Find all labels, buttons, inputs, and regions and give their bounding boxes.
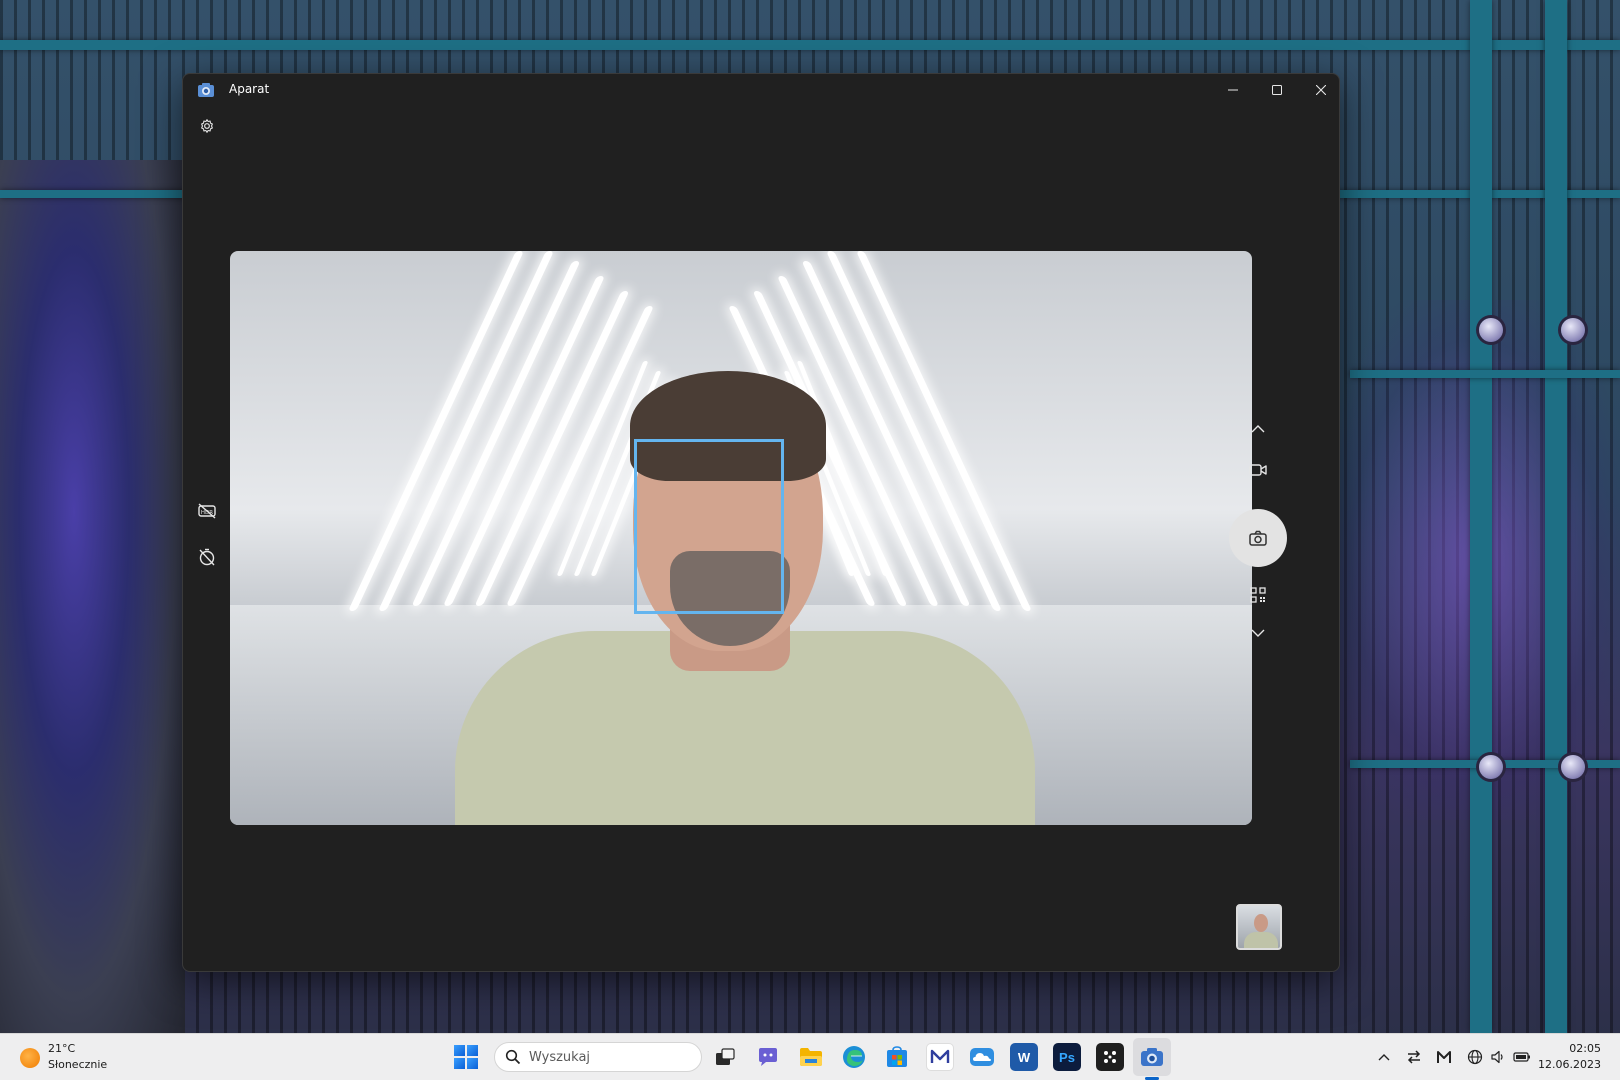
battery-tray-button[interactable] — [1512, 1047, 1532, 1067]
photoshop-button[interactable]: Ps — [1053, 1043, 1081, 1071]
hdr-toggle-button[interactable]: HDR — [195, 499, 219, 523]
chat-icon — [759, 1048, 777, 1066]
task-view-icon — [716, 1048, 735, 1065]
start-button[interactable] — [454, 1045, 478, 1069]
weather-description: Słonecznie — [48, 1058, 108, 1071]
search-icon — [505, 1049, 521, 1065]
qr-code-icon — [1250, 587, 1266, 603]
wallpaper-light — [1561, 755, 1585, 779]
file-explorer-button[interactable] — [797, 1043, 825, 1071]
mail-app-icon — [1437, 1051, 1451, 1063]
face-detection-box — [634, 439, 784, 614]
wallpaper-beam — [0, 40, 1620, 50]
language-tray-button[interactable] — [1465, 1047, 1485, 1067]
wallpaper-beam — [1470, 0, 1492, 1033]
qr-scan-mode-button[interactable] — [1244, 581, 1272, 609]
camera-app-window: Aparat HDR — [182, 73, 1340, 972]
globe-icon — [1467, 1049, 1483, 1065]
chevron-down-icon — [1251, 629, 1265, 637]
show-hidden-icons-button[interactable] — [1374, 1047, 1394, 1067]
last-photo-thumbnail[interactable] — [1236, 904, 1282, 950]
camera-icon — [1141, 1048, 1163, 1066]
network-transfer-tray-button[interactable] — [1404, 1047, 1424, 1067]
mail-app-icon — [930, 1049, 950, 1063]
task-view-button[interactable] — [711, 1043, 739, 1071]
transfer-arrows-icon — [1407, 1050, 1421, 1064]
edge-browser-button[interactable] — [840, 1043, 868, 1071]
timer-toggle-button[interactable] — [195, 545, 219, 569]
chevron-up-icon — [1378, 1054, 1390, 1061]
weather-temperature: 21°C — [48, 1042, 76, 1055]
clock-time: 02:05 — [1569, 1042, 1601, 1055]
windows-logo-tile — [467, 1058, 478, 1069]
settings-button[interactable] — [195, 114, 219, 138]
mailbird-button[interactable] — [926, 1043, 954, 1071]
volume-tray-button[interactable] — [1488, 1047, 1508, 1067]
wallpaper-beam — [1545, 0, 1567, 1033]
video-mode-button[interactable] — [1244, 456, 1272, 484]
windows-logo-tile — [454, 1045, 465, 1056]
thumbnail-person-body — [1244, 932, 1278, 948]
folder-icon — [800, 1048, 822, 1066]
photoshop-icon: Ps — [1059, 1049, 1075, 1065]
grid-app-icon — [1104, 1051, 1116, 1063]
store-icon — [887, 1046, 907, 1067]
scroll-modes-down-button[interactable] — [1244, 619, 1272, 647]
background-light-bar — [474, 291, 630, 606]
edge-icon — [843, 1046, 865, 1068]
word-button[interactable]: W — [1010, 1043, 1038, 1071]
onedrive-button[interactable] — [968, 1043, 996, 1071]
minimize-button[interactable] — [1211, 74, 1255, 106]
wallpaper-light — [1479, 755, 1503, 779]
clock-date: 12.06.2023 — [1538, 1058, 1601, 1071]
taskbar-search-box[interactable]: Wyszukaj — [494, 1042, 702, 1072]
title-bar[interactable]: Aparat — [183, 74, 1339, 106]
wallpaper-light — [1561, 318, 1585, 342]
close-icon — [1316, 85, 1326, 95]
window-title: Aparat — [229, 82, 270, 96]
maximize-button[interactable] — [1255, 74, 1299, 106]
close-button[interactable] — [1299, 74, 1339, 106]
camera-preview — [230, 251, 1252, 825]
hdr-off-icon: HDR — [198, 503, 216, 519]
minimize-icon — [1228, 89, 1238, 91]
timer-off-icon — [199, 548, 215, 566]
wallpaper-engine-detail — [0, 160, 185, 1040]
chevron-up-icon — [1251, 425, 1265, 433]
windows-logo-tile — [467, 1045, 478, 1056]
taskbar: 21°C Słonecznie Wyszukaj W Ps 02:05 12.0… — [0, 1033, 1620, 1080]
search-placeholder: Wyszukaj — [529, 1050, 591, 1065]
microsoft-store-button[interactable] — [883, 1043, 911, 1071]
thumbnail-person-head — [1254, 914, 1268, 932]
cloud-icon — [970, 1048, 994, 1066]
word-icon: W — [1017, 1049, 1031, 1065]
scroll-modes-up-button[interactable] — [1244, 415, 1272, 443]
video-camera-icon — [1249, 464, 1267, 476]
wallpaper-beam — [1350, 370, 1620, 378]
camera-app-icon — [198, 83, 214, 97]
teams-chat-button[interactable] — [754, 1043, 782, 1071]
gear-icon — [201, 119, 213, 133]
app-grid-button[interactable] — [1096, 1043, 1124, 1071]
sun-icon — [20, 1048, 40, 1068]
take-photo-button[interactable] — [1229, 509, 1287, 567]
speaker-icon — [1491, 1050, 1503, 1064]
mailbird-tray-button[interactable] — [1434, 1047, 1454, 1067]
camera-taskbar-button[interactable] — [1138, 1043, 1166, 1071]
windows-logo-tile — [454, 1058, 465, 1069]
maximize-icon — [1272, 85, 1282, 95]
camera-shutter-icon — [1249, 530, 1267, 546]
wallpaper-light — [1479, 318, 1503, 342]
battery-icon — [1513, 1052, 1530, 1062]
